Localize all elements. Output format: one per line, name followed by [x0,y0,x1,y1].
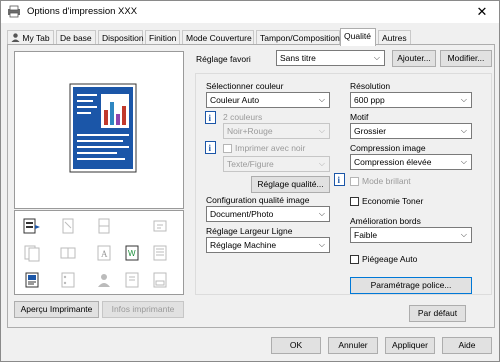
print-black-label: Imprimer avec noir [235,143,306,153]
apply-button[interactable]: Appliquer [385,337,435,354]
print-black-select: Texte/Figure ⌵ [223,156,330,172]
tab-de-base[interactable]: De base [56,30,96,45]
watermark-icon: W [125,245,139,261]
line-width-label: Réglage Largeur Ligne [206,226,293,236]
dialog-window: Options d'impression XXX ✕ My Tab De bas… [0,0,500,362]
color-select[interactable]: Couleur Auto ⌵ [206,92,330,108]
chevron-down-icon: ⌵ [318,209,325,218]
default-button[interactable]: Par défaut [409,305,466,322]
user-auth-icon [98,274,110,287]
cover-icon [153,245,167,261]
auto-trapping-checkbox[interactable] [350,255,359,264]
toner-save-checkbox[interactable] [350,197,359,206]
print-black-checkbox [223,144,232,153]
ok-button[interactable]: OK [271,337,321,354]
resolution-select[interactable]: 600 ppp ⌵ [350,92,472,108]
close-icon[interactable]: ✕ [465,1,499,23]
modify-favorite-button[interactable]: Modifier... [440,50,492,67]
color-label: Sélectionner couleur [206,81,284,91]
info-icon: i [205,111,216,124]
tab-my-tab[interactable]: My Tab [7,30,54,45]
chevron-down-icon: ⌵ [318,159,325,168]
glossy-mode-label: Mode brillant [362,176,411,186]
image-config-select[interactable]: Document/Photo ⌵ [206,206,330,222]
chevron-down-icon: ⌵ [318,126,325,135]
punch-icon [61,272,75,288]
color-output-icon [23,218,40,234]
pattern-select[interactable]: Grossier ⌵ [350,123,472,139]
two-colors-select: Noir+Rouge ⌵ [223,123,330,139]
tab-autres[interactable]: Autres [378,30,411,45]
font-settings-button[interactable]: Paramétrage police... [350,277,472,294]
cancel-button[interactable]: Annuler [328,337,378,354]
stamp-icon [153,272,167,288]
pattern-label: Motif [350,112,369,122]
duplex-icon [24,245,40,262]
edge-enhance-label: Amélioration bords [350,216,421,226]
compression-select[interactable]: Compression élevée ⌵ [350,154,472,170]
printer-app-icon [8,5,20,18]
layout-icon [25,272,39,288]
toner-save-label: Economie Toner [362,196,424,206]
tab-mode-couverture[interactable]: Mode Couverture [182,30,254,45]
info-icon: i [334,173,345,186]
output-tray-icon [153,220,167,232]
chevron-down-icon: ⌵ [318,95,325,104]
auto-trapping-label: Piégeage Auto [362,254,418,264]
window-title: Options d'impression XXX [27,6,138,17]
user-icon [11,33,20,42]
title-bar: Options d'impression XXX ✕ [1,1,499,23]
staple-icon [62,218,74,234]
favorite-label: Réglage favori [196,54,251,64]
info-icon: i [205,141,216,154]
tab-finition[interactable]: Finition [145,30,180,45]
favorite-select[interactable]: Sans titre ⌵ [276,50,385,66]
print-preview [14,51,184,209]
resolution-label: Résolution [350,81,391,91]
page-preview-image [69,83,137,173]
tray-select-icon [125,272,139,288]
font-icon: A [97,245,111,261]
printer-preview-button[interactable]: Aperçu Imprimante [14,301,99,318]
fold-icon [98,218,110,234]
two-colors-label: 2 couleurs [223,112,263,122]
chevron-down-icon: ⌵ [373,53,380,62]
tab-qualite[interactable]: Qualité [340,28,376,46]
chevron-down-icon: ⌵ [460,157,467,166]
compression-label: Compression image [350,143,426,153]
help-button[interactable]: Aide [442,337,492,354]
tab-disposition[interactable]: Disposition [98,30,144,45]
printer-info-button: Infos imprimante [102,301,184,318]
booklet-icon [60,247,76,259]
quality-adjust-button[interactable]: Réglage qualité... [251,176,330,193]
chevron-down-icon: ⌵ [460,95,467,104]
add-favorite-button[interactable]: Ajouter... [392,50,436,67]
chevron-down-icon: ⌵ [318,240,325,249]
chevron-down-icon: ⌵ [460,126,467,135]
line-width-select[interactable]: Réglage Machine ⌵ [206,237,330,253]
edge-enhance-select[interactable]: Faible ⌵ [350,227,472,243]
function-icon-panel: A W [14,210,184,295]
chevron-down-icon: ⌵ [460,230,467,239]
image-config-label: Configuration qualité image [206,195,310,205]
svg-text:W: W [128,249,136,258]
tab-tampon-composition[interactable]: Tampon/Composition [256,30,340,45]
glossy-mode-checkbox [350,177,359,186]
svg-text:A: A [101,249,108,259]
